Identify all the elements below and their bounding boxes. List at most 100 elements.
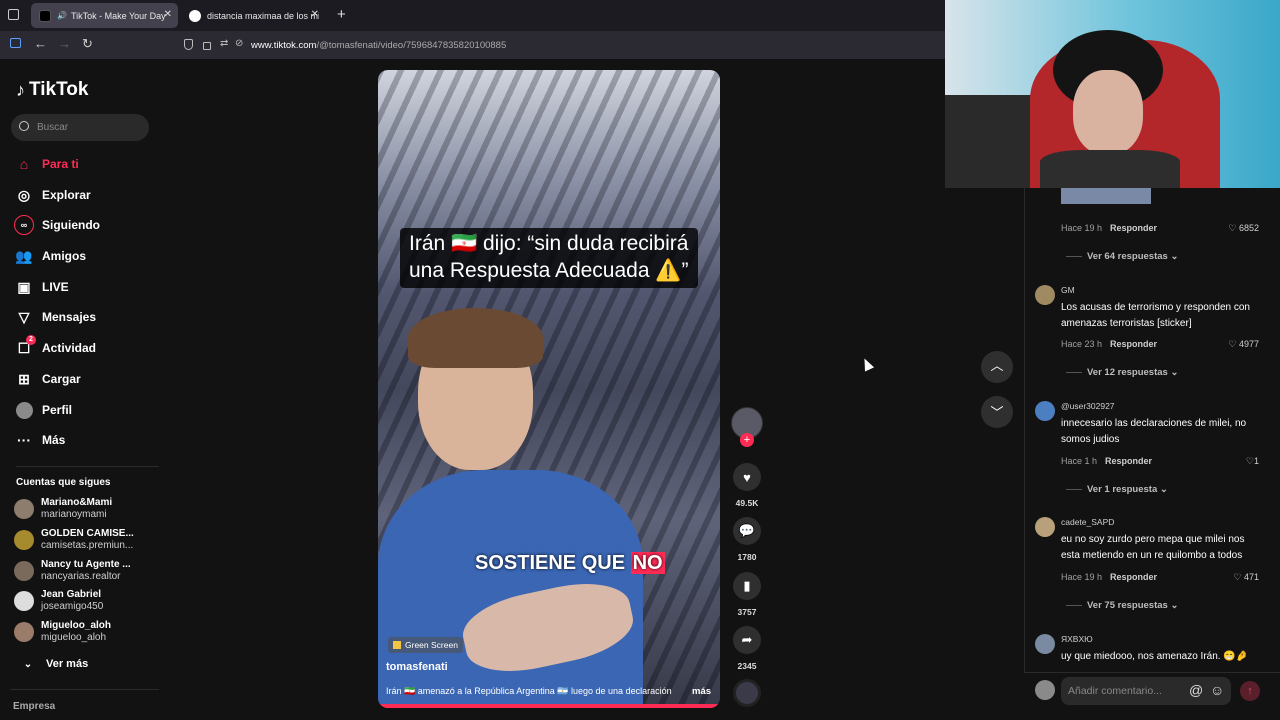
comment-likes[interactable]: ♡1 bbox=[1246, 456, 1259, 467]
effect-tag[interactable]: Green Screen bbox=[388, 637, 463, 653]
comment-count: 1780 bbox=[737, 552, 757, 562]
reload-icon[interactable]: ↻ bbox=[82, 36, 93, 52]
nav-mensajes[interactable]: ▽ Mensajes bbox=[14, 307, 96, 327]
comment-likes[interactable]: ♡ 4977 bbox=[1228, 339, 1259, 350]
tab-title: distancia maximaa de los misil bbox=[207, 10, 319, 21]
nav-siguiendo[interactable]: ∞ Siguiendo bbox=[14, 215, 100, 235]
comment-likes[interactable]: ♡ 6852 bbox=[1228, 223, 1259, 234]
following-account[interactable]: Jean Gabriel joseamigo450 bbox=[14, 589, 103, 613]
tiktok-logo[interactable]: ♪ TikTok bbox=[16, 79, 88, 101]
subtitle: SOSTIENE QUE NO bbox=[475, 552, 665, 574]
view-replies-button[interactable]: Ver 1 respuesta ⌄ bbox=[1066, 484, 1168, 495]
close-tab-icon[interactable]: ✕ bbox=[311, 9, 319, 20]
avatar[interactable] bbox=[1035, 517, 1055, 537]
nav-mas[interactable]: ··· Más bbox=[14, 430, 65, 450]
comment-button[interactable]: 💬 bbox=[733, 517, 761, 545]
permissions-icon[interactable]: ⇄ bbox=[220, 38, 228, 49]
mention-icon[interactable]: @ bbox=[1189, 682, 1203, 698]
tab-title: TikTok - Make Your Day bbox=[70, 10, 166, 21]
reply-button[interactable]: Responder bbox=[1110, 572, 1157, 582]
comment-input[interactable]: Añadir comentario... @ ☺ bbox=[1061, 677, 1231, 705]
follow-plus-icon[interactable]: + bbox=[740, 433, 754, 447]
forward-icon[interactable]: → bbox=[58, 36, 71, 51]
nav-cargar[interactable]: ⊞ Cargar bbox=[14, 369, 81, 389]
avatar bbox=[14, 499, 34, 519]
tiktok-note-icon: ♪ bbox=[16, 79, 25, 100]
avatar[interactable] bbox=[1035, 401, 1055, 421]
following-icon: ∞ bbox=[14, 215, 34, 235]
comment-meta: Hace 19 h Responder bbox=[1061, 223, 1158, 233]
search-input[interactable]: Buscar bbox=[11, 114, 149, 141]
view-replies-button[interactable]: Ver 75 respuestas ⌄ bbox=[1066, 600, 1178, 611]
back-icon[interactable]: ← bbox=[34, 36, 47, 51]
emoji-icon[interactable]: ☺ bbox=[1210, 682, 1224, 698]
following-account[interactable]: Migueloo_aloh migueloo_aloh bbox=[14, 620, 111, 644]
activity-badge: 2 bbox=[26, 335, 36, 345]
camera-blocked-icon[interactable]: ⊘ bbox=[235, 38, 243, 49]
reply-button[interactable]: Responder bbox=[1105, 456, 1152, 466]
send-button[interactable]: ↑ bbox=[1240, 681, 1260, 701]
comment-username[interactable]: ЯΧВΧЮ bbox=[1061, 634, 1093, 644]
nav-para-ti[interactable]: ⌂ Para ti bbox=[14, 154, 79, 174]
heart-outline-icon: ♡ bbox=[1228, 223, 1237, 233]
close-tab-icon[interactable]: ✕ bbox=[164, 9, 172, 20]
nav-perfil[interactable]: Perfil bbox=[14, 400, 72, 420]
previous-video-button[interactable]: ︿ bbox=[981, 351, 1013, 383]
shield-icon[interactable] bbox=[184, 39, 193, 50]
nav-amigos[interactable]: 👥 Amigos bbox=[14, 246, 86, 266]
reply-button[interactable]: Responder bbox=[1110, 223, 1157, 233]
share-button[interactable]: ➦ bbox=[733, 626, 761, 654]
speaker-icon: 🔊 bbox=[57, 11, 67, 20]
tab-google[interactable]: distancia maximaa de los misil ✕ bbox=[181, 3, 325, 28]
more-link[interactable]: más bbox=[692, 686, 711, 697]
view-replies-button[interactable]: Ver 64 respuestas ⌄ bbox=[1066, 251, 1178, 262]
user-avatar bbox=[1035, 680, 1055, 700]
comment-text: Los acusas de terrorismo y responden con… bbox=[1061, 302, 1250, 329]
reply-button[interactable]: Responder bbox=[1110, 339, 1157, 349]
caption-line1: Irán 🇮🇷 dijo: “sin duda recibirá bbox=[409, 232, 689, 255]
comment-username[interactable]: GM bbox=[1061, 285, 1075, 295]
comment-text: uy que miedooo, nos amenazo Irán. 😁🤌 bbox=[1061, 651, 1249, 662]
tab-list-icon[interactable] bbox=[8, 9, 19, 20]
webcam-overlay bbox=[945, 0, 1280, 188]
url-field[interactable]: www.tiktok.com/@tomasfenati/video/759684… bbox=[251, 40, 506, 51]
video-player[interactable]: Irán 🇮🇷 dijo: “sin duda recibirá una Res… bbox=[378, 70, 720, 708]
webcam-person-shirt bbox=[1040, 150, 1180, 188]
sidebar-toggle-icon[interactable] bbox=[10, 38, 21, 48]
following-account[interactable]: Mariano&Mami marianoymami bbox=[14, 497, 112, 521]
nav-explorar[interactable]: ◎ Explorar bbox=[14, 185, 91, 205]
nav-live[interactable]: ▣ LIVE bbox=[14, 277, 68, 297]
following-account[interactable]: GOLDEN CAMISE... camisetas.premiun... bbox=[14, 528, 134, 552]
comment-username[interactable]: cadete_SAPD bbox=[1061, 517, 1114, 527]
progress-bar[interactable] bbox=[378, 704, 720, 708]
view-replies-button[interactable]: Ver 12 respuestas ⌄ bbox=[1066, 367, 1178, 378]
new-tab-button[interactable]: + bbox=[337, 6, 346, 23]
bookmark-icon: ▮ bbox=[743, 578, 751, 593]
comment-username[interactable]: @user302927 bbox=[1061, 401, 1115, 411]
nav-actividad[interactable]: ☐ 2 Actividad bbox=[14, 335, 96, 358]
sound-disc[interactable] bbox=[733, 679, 761, 707]
video-author[interactable]: tomasfenati bbox=[386, 661, 448, 673]
avatar[interactable] bbox=[1035, 285, 1055, 305]
company-link[interactable]: Empresa bbox=[13, 701, 55, 712]
more-icon: ··· bbox=[17, 432, 31, 448]
share-icon: ➦ bbox=[741, 632, 753, 647]
green-screen-icon bbox=[393, 641, 401, 649]
see-more-button[interactable]: ⌄ Ver más bbox=[18, 654, 88, 674]
tab-tiktok[interactable]: 🔊 TikTok - Make Your Day ✕ bbox=[31, 3, 178, 28]
caption-line2: una Respuesta Adecuada ⚠️” bbox=[409, 259, 689, 282]
like-button[interactable]: ♥ bbox=[733, 463, 761, 491]
lock-icon[interactable] bbox=[203, 42, 211, 50]
share-count: 2345 bbox=[737, 661, 757, 671]
search-placeholder: Buscar bbox=[37, 122, 69, 133]
sidebar-divider bbox=[10, 689, 159, 690]
mouse-cursor bbox=[859, 356, 875, 372]
search-icon bbox=[19, 121, 29, 131]
comment-text: innecesario las declaraciones de milei, … bbox=[1061, 418, 1247, 445]
following-account[interactable]: Nancy tu Agente ... nancyarias.realtor bbox=[14, 559, 131, 583]
next-video-button[interactable]: ﹀ bbox=[981, 396, 1013, 428]
avatar[interactable] bbox=[1035, 634, 1055, 654]
comment-likes[interactable]: ♡ 471 bbox=[1233, 572, 1259, 583]
avatar bbox=[14, 622, 34, 642]
save-button[interactable]: ▮ bbox=[733, 572, 761, 600]
